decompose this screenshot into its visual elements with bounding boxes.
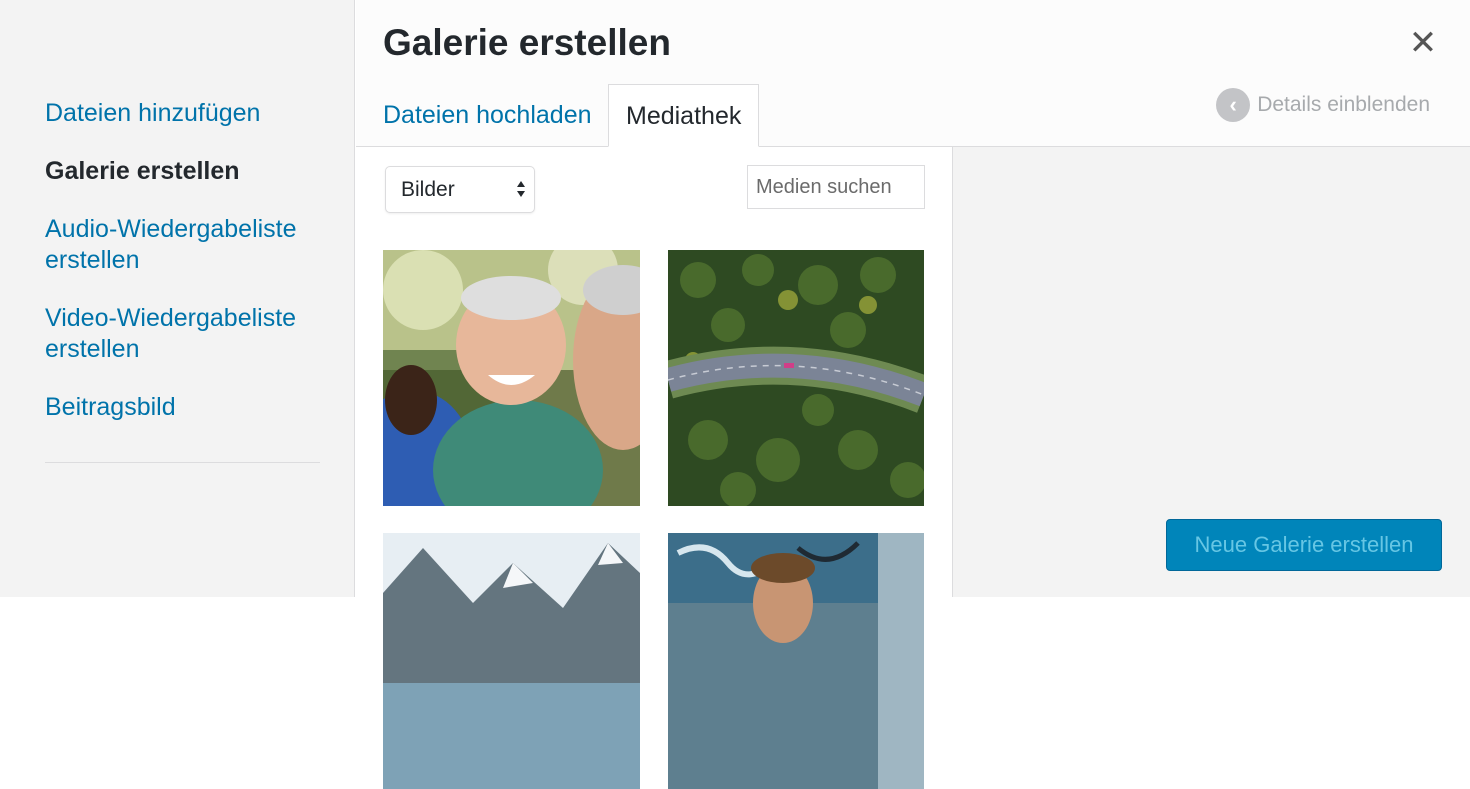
menu-item-featured-image[interactable]: Beitragsbild [45,392,325,423]
photo-aerial-road-forest [668,250,924,506]
photo-mountain-lake [383,533,640,789]
media-modal-sidebar: Dateien hinzufügen Galerie erstellen Aud… [0,0,355,597]
tab-media-library[interactable]: Mediathek [608,84,760,147]
chevron-left-icon: ‹ [1216,88,1251,122]
tab-upload-files[interactable]: Dateien hochladen [366,84,609,146]
modal-title: Galerie erstellen [383,22,671,63]
create-new-gallery-button[interactable]: Neue Galerie erstellen [1166,519,1442,571]
media-type-filter-value: Bilder [401,178,455,201]
media-menu: Dateien hinzufügen Galerie erstellen Aud… [45,98,325,450]
media-thumbnail[interactable] [383,533,640,789]
modal-header: Galerie erstellen ✕ Dateien hochladen Me… [356,0,1470,147]
attachments-browser: Bilder [356,147,953,789]
menu-separator [45,462,320,463]
photo-graffiti-person [668,533,924,789]
media-thumbnail[interactable] [668,533,924,789]
media-thumbnail[interactable] [668,250,924,506]
select-arrows-icon [517,181,525,197]
menu-item-add-files[interactable]: Dateien hinzufügen [45,98,325,129]
photo-people-laughing [383,250,640,506]
media-thumbnail[interactable] [383,250,640,506]
media-search-input[interactable] [747,165,925,209]
close-icon[interactable]: ✕ [1408,26,1438,60]
menu-item-create-audio-playlist[interactable]: Audio-Wiedergabeliste erstellen [45,214,325,276]
media-type-filter[interactable]: Bilder [385,166,535,213]
menu-item-create-gallery[interactable]: Galerie erstellen [45,156,325,187]
details-toggle-label: Details einblenden [1257,93,1430,116]
details-toggle[interactable]: ‹ Details einblenden [1216,88,1430,122]
menu-item-create-video-playlist[interactable]: Video-Wiedergabeliste erstellen [45,303,325,365]
